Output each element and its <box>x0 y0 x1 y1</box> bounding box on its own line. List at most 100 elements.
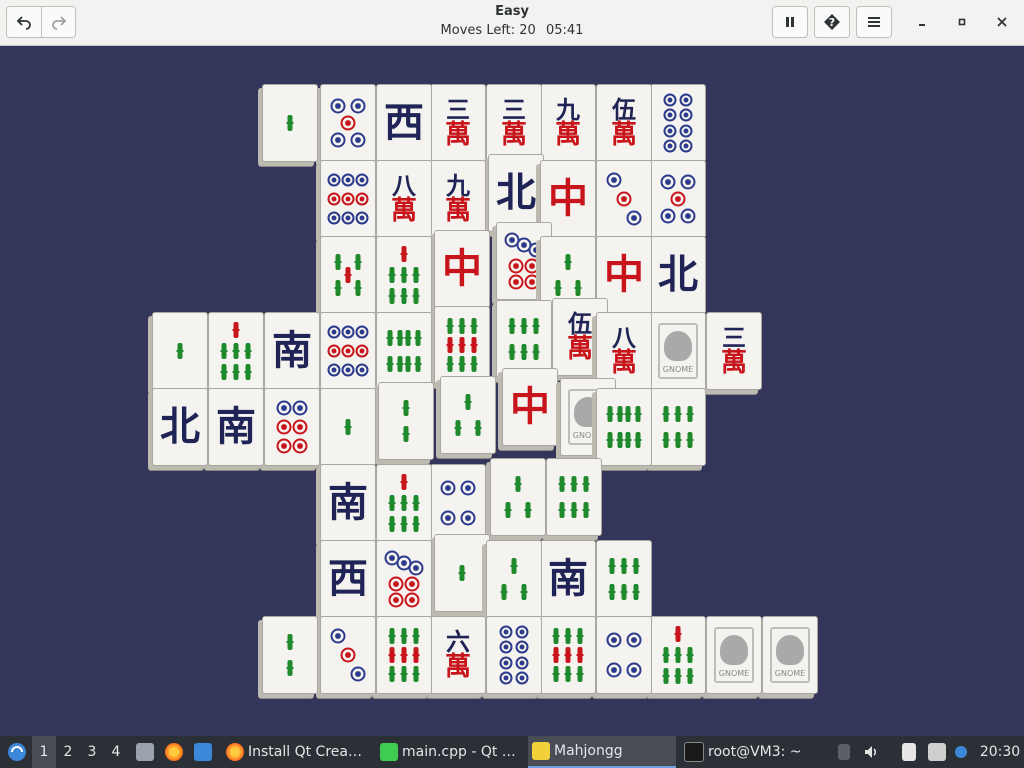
task-label: Mahjongg <box>554 743 623 759</box>
bamboo-9-tile[interactable] <box>376 616 432 694</box>
hint-button[interactable]: ? <box>814 6 850 38</box>
character-wan: 萬 <box>720 348 747 378</box>
red-tile[interactable]: 中 <box>434 230 490 308</box>
bamboo-7-tile[interactable] <box>376 236 432 314</box>
bamboo-stick <box>558 476 566 492</box>
circle-7-tile[interactable] <box>376 540 432 618</box>
circle-6-tile[interactable] <box>264 388 320 466</box>
bamboo-stick <box>524 502 532 518</box>
circle-3-tile[interactable] <box>596 160 652 238</box>
circle-pip <box>626 632 642 648</box>
character-glyph: 八萬 <box>611 326 637 377</box>
bamboo-6-tile[interactable] <box>596 540 652 618</box>
close-button[interactable] <box>987 8 1017 36</box>
bamboo-2-tile[interactable] <box>262 616 318 694</box>
bamboo-9-tile[interactable] <box>434 306 490 384</box>
bamboo-3-tile[interactable] <box>490 458 546 536</box>
bamboo-stick <box>564 254 572 270</box>
pause-button[interactable] <box>772 6 808 38</box>
workspace-2[interactable]: 2 <box>56 736 80 768</box>
character-9-tile[interactable]: 九萬 <box>540 84 596 162</box>
character-3-tile[interactable]: 三萬 <box>706 312 762 390</box>
character-3-tile[interactable]: 三萬 <box>486 84 542 162</box>
bamboo-7-tile[interactable] <box>208 312 264 390</box>
south-tile[interactable]: 南 <box>208 388 264 466</box>
bamboo-9-tile[interactable] <box>540 616 596 694</box>
file-manager-launcher[interactable] <box>134 736 156 768</box>
gnome-tile[interactable]: GNOME <box>762 616 818 694</box>
character-9-tile[interactable]: 九萬 <box>430 160 486 238</box>
south-tile[interactable]: 南 <box>320 464 376 542</box>
circle-4-tile[interactable] <box>430 464 486 542</box>
bamboo-3-tile[interactable] <box>440 376 496 454</box>
bamboo-2-tile[interactable] <box>378 382 434 460</box>
circle-5-tile[interactable] <box>650 160 706 238</box>
start-menu-button[interactable] <box>4 736 30 768</box>
bamboo-stick <box>458 565 466 581</box>
character-6-tile[interactable]: 六萬 <box>430 616 486 694</box>
west-glyph: 西 <box>384 99 424 146</box>
workspace-3[interactable]: 3 <box>80 736 104 768</box>
update-notifier[interactable] <box>952 736 970 768</box>
south-tile[interactable]: 南 <box>264 312 320 390</box>
character-8-tile[interactable]: 八萬 <box>376 160 432 238</box>
character-5-tile[interactable]: 伍萬 <box>596 84 652 162</box>
minimize-button[interactable] <box>907 8 937 36</box>
circle-9-tile[interactable] <box>320 312 376 390</box>
circle-9-tile[interactable] <box>320 160 376 238</box>
bamboo-3-tile[interactable] <box>486 540 542 618</box>
north-tile[interactable]: 北 <box>488 154 544 232</box>
maximize-button[interactable] <box>947 8 977 36</box>
west-tile[interactable]: 西 <box>376 84 432 162</box>
north-tile[interactable]: 北 <box>152 388 208 466</box>
south-tile[interactable]: 南 <box>540 540 596 618</box>
character-3-tile[interactable]: 三萬 <box>430 84 486 162</box>
bamboo-7-tile[interactable] <box>650 616 706 694</box>
tray-scroll[interactable] <box>834 736 854 768</box>
firefox-launcher[interactable] <box>163 736 185 768</box>
bamboo-7-tile[interactable] <box>376 464 432 542</box>
circle-pip <box>440 510 456 526</box>
bamboo-6-tile[interactable] <box>546 458 602 536</box>
circle-5-tile[interactable] <box>320 84 376 162</box>
circle-4-tile[interactable] <box>596 616 652 694</box>
west-tile[interactable]: 西 <box>320 540 376 618</box>
circle-pip <box>606 662 622 678</box>
gnome-tile[interactable]: GNOME <box>650 312 706 390</box>
bamboo-6-tile[interactable] <box>496 300 552 378</box>
task-mahjongg[interactable]: Mahjongg <box>528 736 676 768</box>
menu-button[interactable] <box>856 6 892 38</box>
clock[interactable]: 20:30 <box>978 736 1022 768</box>
show-desktop-launcher[interactable] <box>192 736 214 768</box>
network-tray[interactable] <box>926 736 948 768</box>
character-number: 九 <box>445 171 470 200</box>
bamboo-1-tile[interactable] <box>320 388 376 466</box>
gnome-tile[interactable]: GNOME <box>706 616 762 694</box>
bamboo-5-tile[interactable] <box>320 236 376 314</box>
volume-control[interactable] <box>861 736 883 768</box>
bamboo-8-tile[interactable] <box>596 388 652 466</box>
circle-3-tile[interactable] <box>320 616 376 694</box>
task-firefox[interactable]: Install Qt Crea… <box>222 736 374 768</box>
workspace-1[interactable]: 1 <box>32 736 56 768</box>
circle-8-tile[interactable] <box>650 84 706 162</box>
bamboo-stick <box>632 558 640 574</box>
bamboo-1-tile[interactable] <box>152 312 208 390</box>
red-tile[interactable]: 中 <box>502 368 558 446</box>
bamboo-stick <box>404 330 412 346</box>
north-tile[interactable]: 北 <box>650 236 706 314</box>
bamboo-1-tile[interactable] <box>434 534 490 612</box>
bamboo-stick <box>500 584 508 600</box>
task-qt-creator[interactable]: main.cpp - Qt … <box>376 736 528 768</box>
bamboo-stick <box>220 343 228 359</box>
character-wan: 萬 <box>554 120 581 150</box>
bamboo-1-tile[interactable] <box>262 84 318 162</box>
clipboard-tray[interactable] <box>898 736 920 768</box>
circle-pip <box>524 258 540 274</box>
bamboo-6-tile[interactable] <box>650 388 706 466</box>
bamboo-pattern <box>662 406 694 448</box>
workspace-4[interactable]: 4 <box>104 736 128 768</box>
task-terminal[interactable]: root@VM3: ~ <box>680 736 832 768</box>
bamboo-8-tile[interactable] <box>376 312 432 390</box>
circle-8-tile[interactable] <box>486 616 542 694</box>
